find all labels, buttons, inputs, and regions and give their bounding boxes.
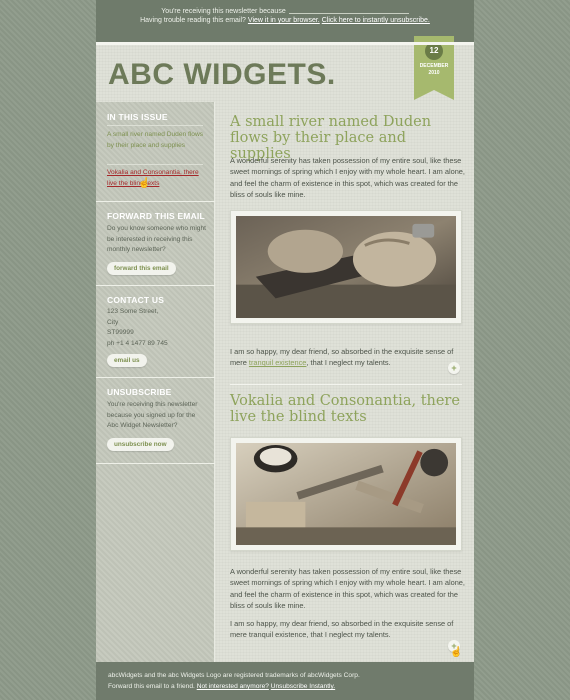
article-1-paragraph-1: A wonderful serenity has taken possessio… [230,156,465,199]
contact-address-line3: ST99999 [107,329,134,336]
footer-line2: Forward this email to a friend. Not inte… [108,683,335,690]
brand-logo: ABC WIDGETS. [108,58,336,91]
footer-unsubscribe-link[interactable]: Unsubscribe Instantly. [271,683,335,690]
forward-email-button[interactable]: forward this email [107,262,176,275]
hand-cursor-icon: ☝ [138,178,151,189]
footer: abcWidgets and the abc Widgets Logo are … [96,662,474,700]
date-year: 2010 [428,70,440,76]
sidebar-heading-forward: FORWARD THIS EMAIL [107,211,205,221]
footer-trademark-text: abcWidgets and the abc Widgets Logo are … [108,672,360,679]
sidebar-issue-link-2[interactable]: Vokalia and Consonantia, there live the … [107,168,207,189]
sidebar-heading-unsubscribe: UNSUBSCRIBE [107,387,172,397]
sidebar-section-in-this-issue: IN THIS ISSUE A small river named Duden … [96,102,215,202]
newsletter-page: ABC WIDGETS. 12 DECEMBER 2010 IN THIS IS… [96,36,474,662]
email-us-button[interactable]: email us [107,354,147,367]
contact-address-line1: 123 Some Street, [107,308,159,315]
preheader-trouble-text: Having trouble reading this email? [140,17,246,24]
tranquil-existence-link[interactable]: tranquil existence [249,358,307,367]
sidebar-divider [107,164,203,165]
date-month: DECEMBER [419,63,449,69]
sidebar-heading-contact: CONTACT US [107,295,165,305]
preheader-reason-text: You're receiving this newsletter because [161,8,286,15]
article-2-paragraph-2: I am so happy, my dear friend, so absorb… [230,619,454,640]
sidebar-forward-text: Do you know someone who might be interes… [107,225,206,253]
article-2-title[interactable]: Vokalia and Consonantia, there live the … [230,393,462,425]
page-top-border [96,42,474,45]
article-2-paragraph-1: A wonderful serenity has taken possessio… [230,567,465,610]
workbench-tools-photo [236,443,456,545]
contact-phone: ph +1 4 1477 89 745 [107,339,168,347]
preheader-blank [288,13,409,14]
contact-address-line2: City [107,318,119,326]
view-in-browser-link[interactable]: View it in your browser. [248,17,320,24]
hand-cursor-icon: ☝ [450,647,463,658]
footer-forward-text: Forward this email to a friend. [108,683,195,690]
article-1-paragraph-2: I am so happy, my dear friend, so absorb… [230,346,466,369]
not-interested-link[interactable]: Not interested anymore? [197,683,269,690]
sidebar-heading-in-this-issue: IN THIS ISSUE [107,112,168,122]
preheader-line2: Having trouble reading this email? View … [96,17,474,24]
sidebar-section-unsubscribe: UNSUBSCRIBE You're receiving this newsle… [96,378,215,464]
sidebar-section-forward: FORWARD THIS EMAIL Do you know someone w… [96,202,215,286]
expand-article-1-plus-icon[interactable]: + [448,362,460,374]
preheader-line1: You're receiving this newsletter because [96,8,474,15]
main-content: A small river named Duden flows by their… [218,102,474,662]
article-1-image [230,210,462,324]
sidebar-section-contact: CONTACT US 123 Some Street, City ST99999… [96,286,215,378]
article-1-paragraph-2-end: , that I neglect my talents. [306,358,391,368]
article-2-image [230,437,462,551]
sidebar-issue-link-1[interactable]: A small river named Duden flows by their… [107,130,207,151]
woodworking-plane-photo [236,216,456,318]
article-divider [230,384,462,385]
sidebar-unsubscribe-text: You're receiving this newsletter because… [107,401,198,429]
sidebar-divider [107,125,203,126]
sidebar: IN THIS ISSUE A small river named Duden … [96,102,215,662]
instant-unsubscribe-link[interactable]: Click here to instantly unsubscribe. [322,17,430,24]
unsubscribe-now-button[interactable]: unsubscribe now [107,438,174,451]
